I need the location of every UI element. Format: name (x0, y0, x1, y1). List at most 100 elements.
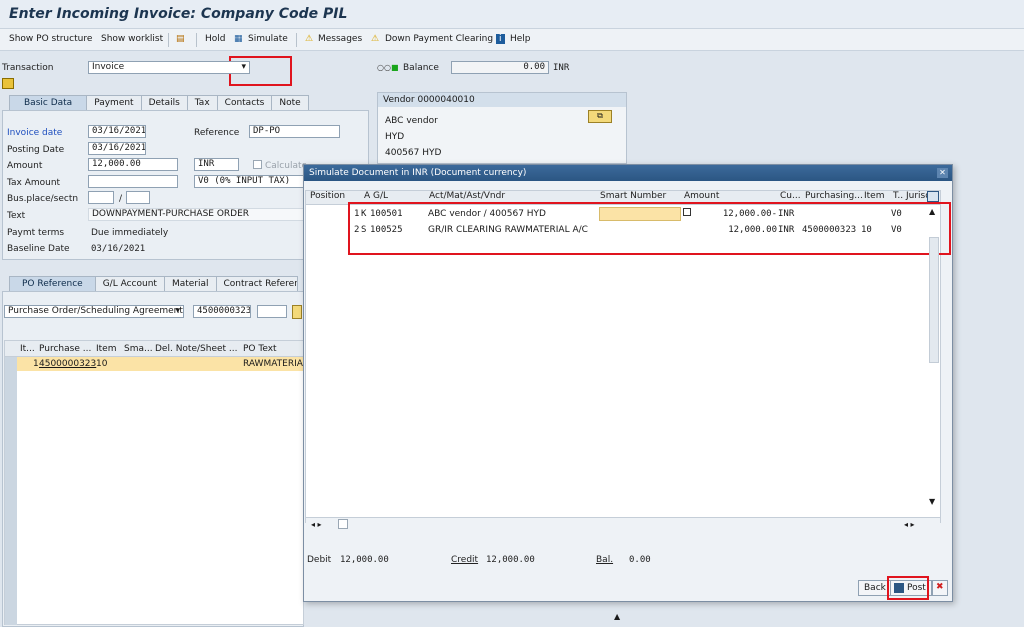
warning-icon: ⚠ (371, 34, 380, 44)
po-search-icon[interactable] (292, 305, 302, 319)
help-icon: i (496, 34, 505, 44)
toolbar-separator (196, 33, 197, 47)
tab-details[interactable]: Details (140, 95, 188, 110)
po-type-value: Purchase Order/Scheduling Agreement (8, 306, 183, 316)
down-payment-clearing-button[interactable]: Down Payment Clearing (385, 34, 493, 44)
chevron-down-icon: ▾ (175, 306, 180, 316)
simulate-icon: ▦ (234, 34, 243, 44)
warning-icon: ⚠ (305, 34, 314, 44)
balance-label: Bal. (596, 555, 614, 565)
chevron-down-icon: ▾ (241, 62, 246, 72)
toolbar-separator (168, 33, 169, 47)
tax-amount-label: Tax Amount (7, 178, 61, 188)
transaction-label: Transaction (2, 63, 54, 73)
reference-label: Reference (194, 128, 240, 138)
vendor-detail-icon[interactable]: ⧉ (588, 110, 612, 123)
post-highlight (887, 576, 929, 600)
transaction-value: Invoice (92, 62, 125, 72)
balance-value: 0.00 (629, 555, 651, 565)
tax-amount-field[interactable] (88, 175, 178, 188)
po-items-table: It... Purchase ... Item Sma... Del. Note… (4, 340, 308, 625)
tab-note[interactable]: Note (271, 95, 309, 110)
scroll-down-icon[interactable]: ▼ (929, 497, 935, 506)
show-worklist-button[interactable]: Show worklist (101, 34, 163, 44)
messages-button[interactable]: Messages (318, 34, 362, 44)
vertical-scrollbar[interactable] (929, 237, 939, 363)
reference-field[interactable]: DP-PO (249, 125, 340, 138)
tab-contacts[interactable]: Contacts (216, 95, 273, 110)
tab-tax[interactable]: Tax (186, 95, 218, 110)
currency-field[interactable]: INR (194, 158, 239, 171)
debit-value: 12,000.00 (340, 555, 389, 565)
vendor-postal: 400567 HYD (385, 148, 442, 158)
tab-material[interactable]: Material (163, 276, 217, 291)
po-type-select[interactable]: Purchase Order/Scheduling Agreement ▾ (4, 305, 184, 318)
posting-date-label: Posting Date (7, 145, 65, 155)
scroll-left-icon[interactable]: ◂ ▸ (311, 520, 322, 529)
hold-button[interactable]: Hold (205, 34, 226, 44)
scroll-up-icon[interactable]: ▲ (929, 207, 935, 216)
scroll-up-icon[interactable]: ▲ (614, 612, 620, 621)
tax-code-select[interactable]: V0 (0% INPUT TAX) (194, 175, 304, 188)
po-row-number[interactable]: 4500000323 (39, 359, 96, 369)
close-icon[interactable]: ✕ (937, 168, 948, 178)
payment-terms-value: Due immediately (91, 228, 169, 238)
table-settings-icon[interactable] (927, 191, 939, 202)
vendor-city: HYD (385, 132, 405, 142)
posting-date-field[interactable]: 03/16/2021 (88, 142, 146, 155)
po-row-line: 10 (96, 359, 108, 369)
help-button[interactable]: Help (510, 34, 531, 44)
transaction-select[interactable]: Invoice ▾ (88, 61, 250, 74)
column-header[interactable]: Purchase ... (39, 344, 91, 354)
simulate-document-dialog: Simulate Document in INR (Document curre… (303, 164, 953, 602)
text-label: Text (7, 211, 26, 221)
dialog-title: Simulate Document in INR (Document curre… (309, 168, 527, 178)
folder-icon[interactable] (2, 78, 14, 89)
clipboard-icon[interactable]: ▤ (176, 34, 185, 44)
calculate-tax-label: Calculate (265, 161, 308, 171)
po-number-field[interactable]: 4500000323 (193, 305, 251, 318)
column-header[interactable]: Item (96, 344, 117, 354)
scroll-right-icon[interactable]: ◂ ▸ (904, 520, 915, 529)
simulate-button[interactable]: Simulate (248, 34, 288, 44)
tab-po-reference[interactable]: PO Reference (9, 276, 96, 291)
cancel-icon[interactable]: ✖ (932, 580, 948, 596)
balance-field: 0.00 (451, 61, 549, 74)
status-lights-icon: ○○■ (377, 63, 399, 72)
po-item-field[interactable] (257, 305, 287, 318)
column-header[interactable]: Position (307, 191, 345, 205)
baseline-date-value: 03/16/2021 (91, 244, 146, 254)
window-title-bar: Enter Incoming Invoice: Company Code PIL (0, 0, 1024, 29)
application-toolbar: Show PO structure Show worklist ▤ Hold ▦… (0, 29, 1024, 86)
po-row-text: RAWMATERIAL (243, 359, 308, 369)
calculate-tax-checkbox[interactable] (253, 160, 262, 169)
tab-gl-account[interactable]: G/L Account (94, 276, 165, 291)
bus-place-separator: / (119, 194, 123, 204)
column-header[interactable]: It... (20, 344, 35, 354)
tab-payment[interactable]: Payment (86, 95, 142, 110)
tab-basic-data[interactable]: Basic Data (9, 95, 88, 110)
vendor-header: Vendor 0000040010 (378, 93, 626, 107)
po-row-item: 1 (33, 359, 39, 369)
invoice-date-label: Invoice date (7, 128, 63, 138)
amount-label: Amount (7, 161, 43, 171)
debit-label: Debit (307, 555, 332, 565)
scroll-thumb[interactable] (338, 519, 348, 529)
show-po-structure-button[interactable]: Show PO structure (9, 34, 92, 44)
section-field[interactable] (126, 191, 150, 204)
column-header[interactable]: PO Text (243, 344, 277, 354)
tab-contract-reference[interactable]: Contract Reference (215, 276, 298, 291)
credit-label: Credit (451, 555, 479, 565)
amount-field[interactable]: 12,000.00 (88, 158, 178, 171)
vendor-panel: Vendor 0000040010 ABC vendor HYD 400567 … (377, 92, 627, 164)
window-title: Enter Incoming Invoice: Company Code PIL (9, 6, 348, 22)
dialog-title-bar: Simulate Document in INR (Document curre… (304, 165, 952, 181)
invoice-date-field[interactable]: 03/16/2021 (88, 125, 146, 138)
horizontal-scrollbar[interactable]: ◂ ▸ ◂ ▸ (306, 517, 940, 531)
column-header[interactable]: Sma... (124, 344, 153, 354)
baseline-date-label: Baseline Date (7, 244, 70, 254)
text-field[interactable]: DOWNPAYMENT-PURCHASE ORDER (88, 208, 304, 221)
column-header[interactable]: Del. Note/Sheet ... (155, 344, 238, 354)
toolbar-separator (296, 33, 297, 47)
bus-place-field[interactable] (88, 191, 114, 204)
